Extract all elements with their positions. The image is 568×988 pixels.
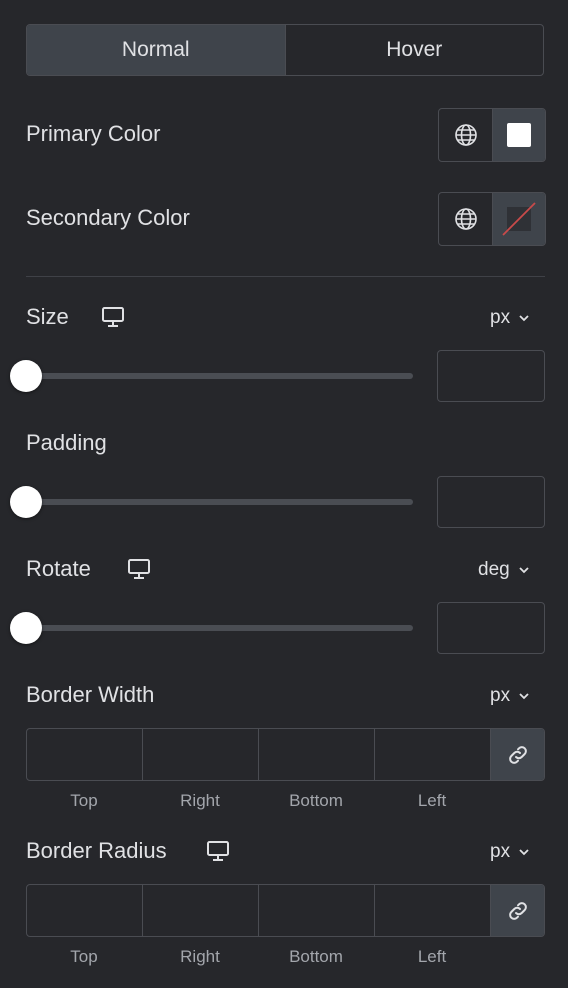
desktop-icon[interactable]: [127, 558, 151, 585]
rotate-unit-label: deg: [478, 559, 510, 580]
border-width-inputs: [26, 728, 545, 781]
padding-value-input[interactable]: [437, 476, 545, 528]
size-label: Size: [26, 304, 69, 329]
link-values-button[interactable]: [491, 729, 544, 780]
border-width-unit-label: px: [490, 685, 511, 706]
tab-hover[interactable]: Hover: [284, 25, 544, 75]
state-tabs: Normal Hover: [26, 24, 544, 76]
padding-slider-track[interactable]: [26, 499, 413, 505]
chevron-down-icon: [519, 567, 529, 574]
border-radius-bottom-input[interactable]: [259, 885, 375, 936]
border-width-side-labels: Top Right Bottom Left: [26, 791, 491, 811]
border-radius-label: Border Radius: [26, 838, 167, 863]
no-color-icon: [502, 202, 536, 236]
desktop-icon[interactable]: [206, 840, 230, 867]
border-width-left-input[interactable]: [375, 729, 491, 780]
rotate-unit-select[interactable]: deg: [478, 559, 530, 581]
side-label-left: Left: [417, 791, 447, 810]
side-label-bottom: Bottom: [289, 791, 343, 810]
size-unit-label: px: [490, 307, 511, 328]
padding-slider-handle[interactable]: [10, 486, 42, 518]
secondary-color-label: Secondary Color: [26, 205, 190, 230]
desktop-icon[interactable]: [101, 306, 125, 333]
rotate-slider-track[interactable]: [26, 625, 413, 631]
chevron-down-icon: [519, 849, 529, 856]
border-width-right-input[interactable]: [143, 729, 259, 780]
rotate-slider-handle[interactable]: [10, 612, 42, 644]
size-slider-track[interactable]: [26, 373, 413, 379]
chevron-down-icon: [519, 315, 529, 322]
link-values-button[interactable]: [491, 885, 544, 936]
border-radius-left-input[interactable]: [375, 885, 491, 936]
secondary-color-swatch[interactable]: [493, 193, 545, 245]
primary-color-swatch[interactable]: [493, 109, 545, 161]
chevron-down-icon: [519, 693, 529, 700]
border-radius-unit-label: px: [490, 841, 511, 862]
border-radius-inputs: [26, 884, 545, 937]
tab-normal[interactable]: Normal: [27, 25, 285, 75]
link-icon: [508, 901, 527, 920]
side-label-top: Top: [70, 947, 98, 966]
border-radius-side-labels: Top Right Bottom Left: [26, 947, 491, 967]
size-slider-handle[interactable]: [10, 360, 42, 392]
globe-icon[interactable]: [439, 193, 493, 245]
size-unit-select[interactable]: px: [490, 307, 530, 329]
padding-label: Padding: [26, 430, 107, 455]
border-width-label: Border Width: [26, 682, 155, 707]
section-divider: [26, 276, 545, 277]
border-radius-right-input[interactable]: [143, 885, 259, 936]
rotate-label: Rotate: [26, 556, 91, 581]
side-label-top: Top: [70, 791, 98, 810]
border-radius-unit-select[interactable]: px: [490, 841, 530, 863]
secondary-color-control: [438, 192, 546, 246]
border-width-bottom-input[interactable]: [259, 729, 375, 780]
size-value-input[interactable]: [437, 350, 545, 402]
side-label-right: Right: [180, 947, 220, 966]
border-radius-top-input[interactable]: [27, 885, 143, 936]
primary-color-control: [438, 108, 546, 162]
link-icon: [508, 745, 527, 764]
primary-color-label: Primary Color: [26, 121, 161, 146]
rotate-value-input[interactable]: [437, 602, 545, 654]
side-label-right: Right: [180, 791, 220, 810]
globe-icon[interactable]: [439, 109, 493, 161]
border-width-top-input[interactable]: [27, 729, 143, 780]
side-label-left: Left: [417, 947, 447, 966]
white-swatch: [507, 123, 531, 147]
border-width-unit-select[interactable]: px: [490, 685, 530, 707]
side-label-bottom: Bottom: [289, 947, 343, 966]
